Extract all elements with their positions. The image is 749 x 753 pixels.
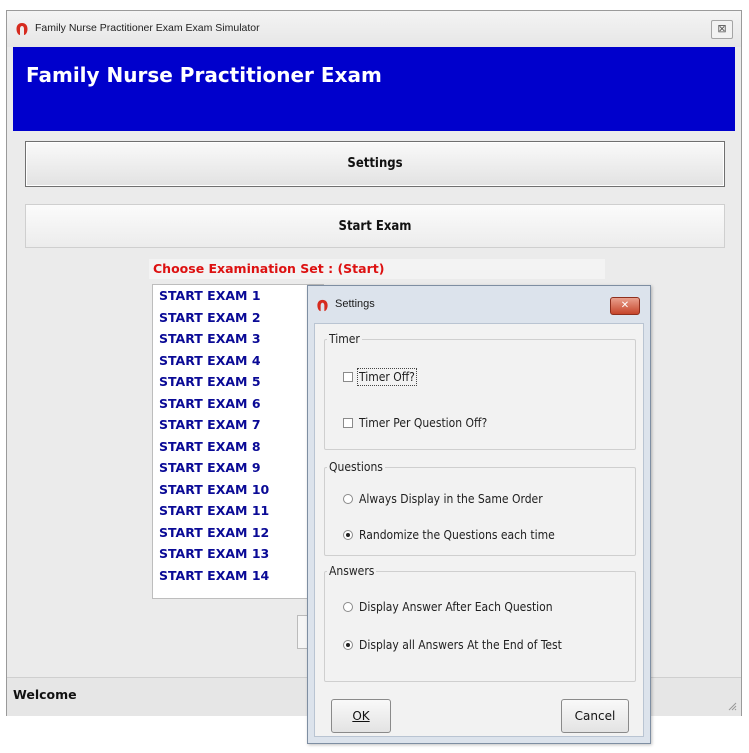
window-title: Family Nurse Practitioner Exam Exam Simu… — [35, 22, 260, 34]
radio-icon[interactable] — [343, 602, 353, 612]
exam-set-item[interactable]: START EXAM 4 — [153, 350, 323, 372]
title-bar[interactable]: Family Nurse Practitioner Exam Exam Simu… — [7, 11, 741, 47]
exam-set-item[interactable]: START EXAM 14 — [153, 565, 323, 587]
answers-at-end-label: Display all Answers At the End of Test — [359, 638, 562, 652]
cancel-button-label: Cancel — [574, 709, 616, 723]
ok-button-label: OK — [352, 709, 370, 723]
close-icon[interactable]: ⊠ — [711, 20, 733, 39]
answers-group: Answers Display Answer After Each Questi… — [324, 564, 636, 682]
checkbox-icon[interactable] — [343, 372, 353, 382]
dialog-body: Timer Timer Off? Timer Per Question Off?… — [314, 323, 644, 737]
ok-button[interactable]: OK — [331, 699, 391, 733]
same-order-radio[interactable]: Always Display in the Same Order — [343, 492, 543, 506]
choose-label-box: Choose Examination Set : (Start) — [149, 259, 605, 279]
timer-group: Timer Timer Off? Timer Per Question Off? — [324, 332, 636, 450]
answer-after-each-radio[interactable]: Display Answer After Each Question — [343, 600, 553, 614]
exam-set-item[interactable]: START EXAM 6 — [153, 393, 323, 415]
radio-selected-icon[interactable] — [343, 640, 353, 650]
timer-per-question-off-label: Timer Per Question Off? — [359, 416, 488, 430]
timer-per-question-off-checkbox[interactable]: Timer Per Question Off? — [343, 416, 487, 430]
exam-set-item[interactable]: START EXAM 5 — [153, 371, 323, 393]
exam-set-item[interactable]: START EXAM 7 — [153, 414, 323, 436]
radio-selected-icon[interactable] — [343, 530, 353, 540]
resize-grip-icon[interactable] — [727, 701, 737, 711]
exam-set-item[interactable]: START EXAM 8 — [153, 436, 323, 458]
app-icon — [316, 297, 329, 316]
exam-set-item[interactable]: START EXAM 3 — [153, 328, 323, 350]
exam-set-item[interactable]: START EXAM 1 — [153, 285, 323, 307]
questions-legend: Questions — [329, 460, 383, 474]
timer-off-checkbox[interactable]: Timer Off? — [343, 368, 417, 386]
exam-set-item[interactable]: START EXAM 12 — [153, 522, 323, 544]
answer-after-each-label: Display Answer After Each Question — [359, 600, 553, 614]
timer-off-label: Timer Off? — [357, 368, 417, 386]
exam-set-item[interactable]: START EXAM 11 — [153, 500, 323, 522]
header-title: Family Nurse Practitioner Exam — [26, 63, 382, 87]
app-icon — [15, 21, 29, 40]
settings-button[interactable]: Settings — [25, 141, 725, 187]
questions-group: Questions Always Display in the Same Ord… — [324, 460, 636, 556]
close-icon[interactable]: ✕ — [610, 297, 640, 315]
randomize-radio[interactable]: Randomize the Questions each time — [343, 528, 555, 542]
start-exam-button[interactable]: Start Exam — [25, 204, 725, 248]
radio-icon[interactable] — [343, 494, 353, 504]
exam-set-item[interactable]: START EXAM 13 — [153, 543, 323, 565]
randomize-label: Randomize the Questions each time — [359, 528, 555, 542]
exam-set-list[interactable]: START EXAM 1 START EXAM 2 START EXAM 3 STAR… — [152, 284, 324, 599]
same-order-label: Always Display in the Same Order — [359, 492, 543, 506]
timer-legend: Timer — [329, 332, 360, 346]
cancel-button[interactable]: Cancel — [561, 699, 629, 733]
dialog-title-bar[interactable]: Settings ✕ — [308, 286, 650, 322]
exam-set-item[interactable]: START EXAM 9 — [153, 457, 323, 479]
choose-exam-set-label: Choose Examination Set : (Start) — [153, 261, 385, 276]
exam-set-item[interactable]: START EXAM 2 — [153, 307, 323, 329]
settings-dialog: Settings ✕ Timer Timer Off? Timer Per Qu… — [307, 285, 651, 744]
answers-legend: Answers — [329, 564, 375, 578]
exam-set-item[interactable]: START EXAM 10 — [153, 479, 323, 501]
header-banner: Family Nurse Practitioner Exam — [13, 47, 735, 131]
answers-at-end-radio[interactable]: Display all Answers At the End of Test — [343, 638, 562, 652]
dialog-title: Settings — [335, 298, 375, 310]
checkbox-icon[interactable] — [343, 418, 353, 428]
status-text: Welcome — [13, 687, 77, 702]
